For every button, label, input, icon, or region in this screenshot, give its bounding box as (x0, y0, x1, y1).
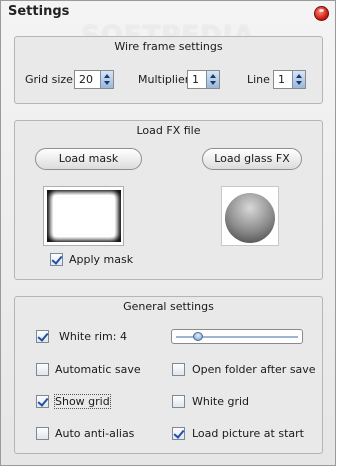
line-stepper[interactable]: 1 (273, 70, 306, 89)
white-rim-slider[interactable] (171, 329, 303, 344)
apply-mask-label[interactable]: Apply mask (69, 253, 133, 266)
multiplier-value: 1 (192, 73, 199, 86)
auto-anti-alias-label[interactable]: Auto anti-alias (55, 427, 134, 440)
line-label: Line (247, 73, 270, 86)
arrow-down-icon[interactable] (296, 81, 302, 85)
fx-file-title: Load FX file (136, 124, 201, 137)
automatic-save-checkbox[interactable] (36, 363, 49, 376)
mask-preview (43, 186, 124, 246)
arrow-down-icon[interactable] (104, 81, 110, 85)
white-grid-checkbox[interactable] (172, 395, 185, 408)
arrow-down-icon[interactable] (210, 81, 216, 85)
arrow-up-icon[interactable] (104, 74, 110, 78)
grid-size-stepper[interactable]: 20 (74, 70, 114, 89)
white-rim-label[interactable]: White rim: 4 (59, 330, 127, 343)
close-icon[interactable] (314, 6, 329, 21)
automatic-save-label[interactable]: Automatic save (55, 363, 141, 376)
fx-file-group: Load FX file Load mask Load glass FX App… (14, 120, 323, 280)
grid-size-arrows[interactable] (100, 71, 113, 88)
wire-frame-group: Wire frame settings Grid size 20 Multipl… (14, 36, 323, 104)
load-picture-checkbox[interactable] (172, 427, 185, 440)
mask-image (47, 190, 121, 242)
title-bar[interactable]: Settings SOFTPEDIA (1, 1, 335, 51)
wire-frame-title: Wire frame settings (114, 40, 223, 53)
open-folder-checkbox[interactable] (172, 363, 185, 376)
glass-preview (221, 186, 279, 246)
grid-size-label: Grid size (25, 73, 73, 86)
arrow-up-icon[interactable] (210, 74, 216, 78)
multiplier-arrows[interactable] (206, 71, 219, 88)
slider-thumb[interactable] (193, 332, 203, 341)
load-picture-label[interactable]: Load picture at start (192, 427, 304, 440)
multiplier-label: Multiplier (138, 73, 190, 86)
auto-anti-alias-checkbox[interactable] (36, 427, 49, 440)
apply-mask-checkbox[interactable] (50, 253, 63, 266)
window-title: Settings (8, 4, 70, 19)
white-rim-checkbox[interactable] (36, 330, 49, 343)
load-mask-button[interactable]: Load mask (35, 148, 142, 170)
multiplier-stepper[interactable]: 1 (187, 70, 220, 89)
general-settings-title: General settings (123, 300, 214, 313)
arrow-up-icon[interactable] (296, 74, 302, 78)
line-arrows[interactable] (292, 71, 305, 88)
white-grid-label[interactable]: White grid (192, 395, 249, 408)
show-grid-checkbox[interactable] (36, 395, 49, 408)
load-glass-fx-button[interactable]: Load glass FX (202, 148, 302, 170)
grid-size-value: 20 (79, 73, 93, 86)
glass-ball-image (225, 193, 275, 243)
settings-window: Settings SOFTPEDIA Wire frame settings G… (0, 0, 336, 466)
line-value: 1 (278, 73, 285, 86)
open-folder-label[interactable]: Open folder after save (192, 363, 316, 376)
show-grid-label[interactable]: Show grid (54, 394, 111, 409)
general-settings-group: General settings White rim: 4 Automatic … (14, 296, 323, 454)
